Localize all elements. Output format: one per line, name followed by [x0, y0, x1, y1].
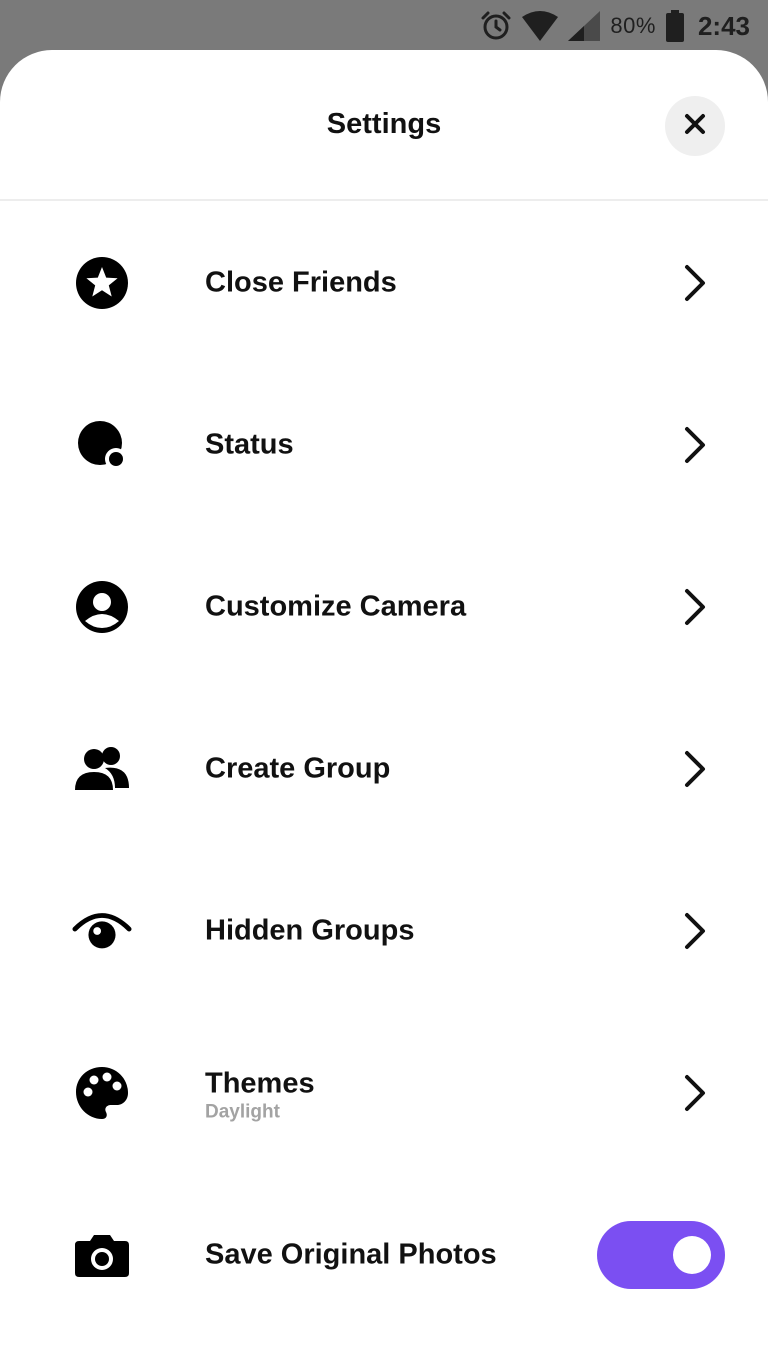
- alarm-icon: [480, 10, 512, 42]
- status-icon: [72, 415, 132, 475]
- settings-item-save-original-photos: Save Original Photos: [0, 1180, 768, 1330]
- close-button[interactable]: [665, 96, 725, 156]
- settings-item-label: Save Original Photos: [205, 1238, 497, 1271]
- settings-item-label: Themes: [205, 1067, 315, 1100]
- settings-item-label: Create Group: [205, 752, 391, 785]
- close-icon: [683, 112, 707, 141]
- settings-sheet: Settings Close Friends Status Customize …: [0, 50, 768, 1365]
- settings-item-label: Customize Camera: [205, 590, 467, 623]
- settings-item-hidden-groups[interactable]: Hidden Groups: [0, 856, 768, 1006]
- cell-signal-icon: [568, 11, 601, 41]
- settings-item-themes[interactable]: Themes Daylight: [0, 1018, 768, 1168]
- status-bar: 80% 2:43: [0, 0, 768, 50]
- clock: 2:43: [697, 10, 750, 41]
- chevron-right-icon: [685, 913, 705, 949]
- chevron-right-icon: [685, 589, 705, 625]
- theme-current-value: Daylight: [205, 1101, 280, 1123]
- eye-icon: [72, 901, 132, 961]
- wifi-icon: [522, 11, 559, 41]
- settings-item-create-group[interactable]: Create Group: [0, 694, 768, 844]
- camera-icon: [72, 1225, 132, 1285]
- battery-percent: 80%: [610, 13, 656, 38]
- save-original-photos-toggle[interactable]: [597, 1221, 725, 1289]
- settings-item-label: Close Friends: [205, 266, 397, 299]
- chevron-right-icon: [685, 1075, 705, 1111]
- settings-item-label: Hidden Groups: [205, 914, 415, 947]
- group-icon: [72, 739, 132, 799]
- settings-item-label: Status: [205, 428, 294, 461]
- page-title: Settings: [326, 108, 442, 140]
- settings-item-status[interactable]: Status: [0, 370, 768, 520]
- battery-icon: [665, 10, 684, 42]
- toggle-knob: [673, 1236, 711, 1274]
- status-icons: 80% 2:43: [480, 8, 750, 44]
- settings-item-customize-camera[interactable]: Customize Camera: [0, 532, 768, 682]
- chevron-right-icon: [685, 427, 705, 463]
- star-circle-icon: [72, 253, 132, 313]
- chevron-right-icon: [685, 751, 705, 787]
- person-circle-icon: [72, 577, 132, 637]
- palette-icon: [72, 1063, 132, 1123]
- settings-item-close-friends[interactable]: Close Friends: [0, 208, 768, 358]
- sheet-header: Settings: [0, 50, 768, 201]
- chevron-right-icon: [685, 265, 705, 301]
